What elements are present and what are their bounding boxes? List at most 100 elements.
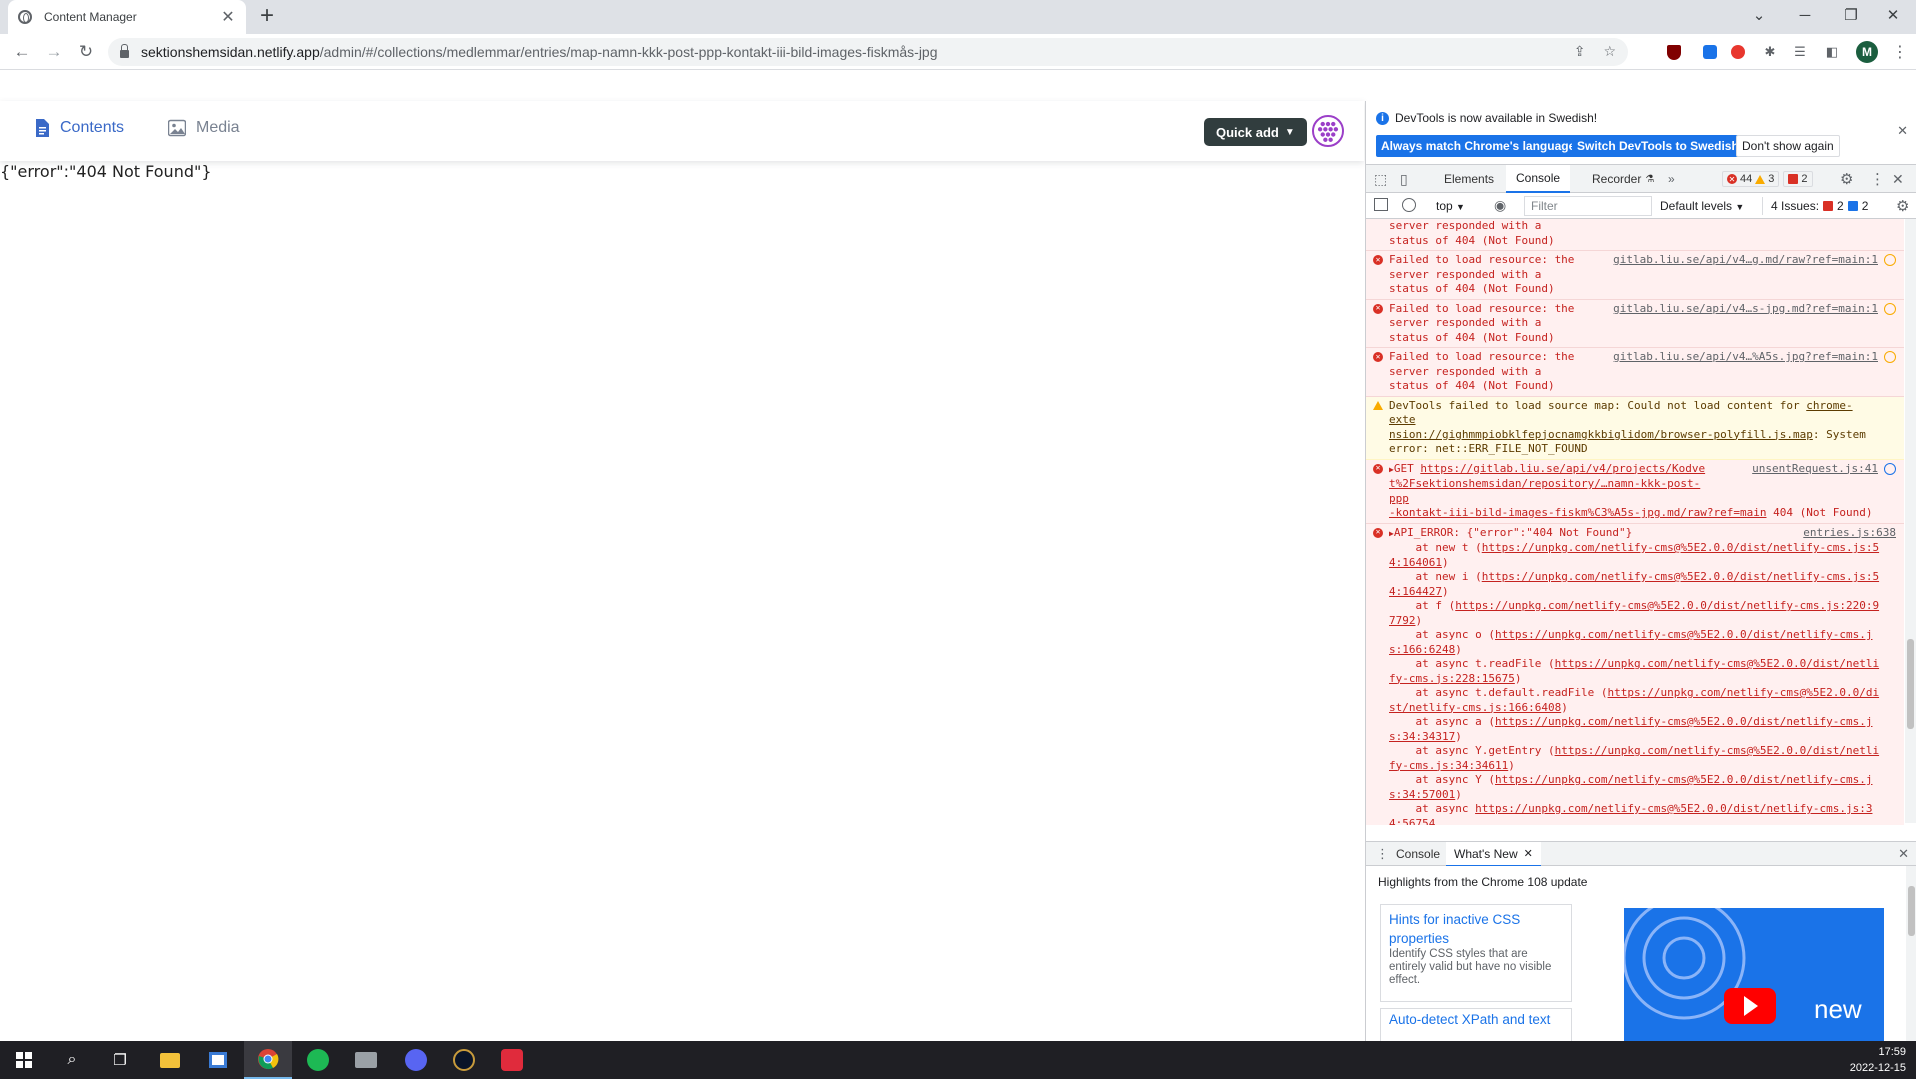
stack-frame-link[interactable]: https://unpkg.com/netlify-cms@%5E2.0.0/d… [1555, 657, 1880, 670]
drawer-tab-whats-new[interactable]: What's New ✕ [1446, 842, 1541, 867]
stack-frame-link[interactable]: https://unpkg.com/netlify-cms@%5E2.0.0/d… [1482, 570, 1879, 583]
network-request-icon[interactable] [1884, 462, 1896, 475]
start-button[interactable] [0, 1041, 48, 1079]
stack-frame-link[interactable]: st/netlify-cms.js:166:6408 [1389, 701, 1561, 714]
close-window-button[interactable]: ✕ [1870, 0, 1916, 30]
app-taskbar-icon[interactable] [342, 1041, 390, 1079]
stack-frame-link[interactable]: https://unpkg.com/netlify-cms@%5E2.0.0/d… [1455, 599, 1879, 612]
close-devtools-icon[interactable]: ✕ [1892, 165, 1904, 193]
bookmark-star-icon[interactable]: ☆ [1603, 43, 1616, 60]
back-button[interactable]: ← [10, 40, 34, 64]
live-expression-eye-icon[interactable]: ◉ [1494, 197, 1506, 214]
reload-button[interactable]: ↻ [74, 40, 98, 64]
stack-frame-link[interactable]: https://unpkg.com/netlify-cms@%5E2.0.0/d… [1475, 802, 1872, 815]
network-request-icon[interactable] [1884, 254, 1896, 266]
inspect-element-icon[interactable]: ⬚ [1374, 165, 1387, 193]
ublock-extension-icon[interactable] [1664, 42, 1684, 62]
console-filter-input[interactable]: Filter [1524, 196, 1652, 216]
card-title[interactable]: Auto-detect XPath and text [1389, 1012, 1563, 1027]
whats-new-card[interactable]: Hints for inactive CSS properties Identi… [1380, 904, 1572, 1002]
user-avatar[interactable] [1312, 115, 1344, 147]
stack-frame-link[interactable]: https://unpkg.com/netlify-cms@%5E2.0.0/d… [1555, 744, 1880, 757]
browser-tab-active[interactable]: Content Manager ✕ [8, 0, 246, 34]
dont-show-again-button[interactable]: Don't show again [1736, 135, 1840, 157]
device-toolbar-icon[interactable]: ▯ [1400, 165, 1408, 193]
source-map-link[interactable]: nsion://gighmmpiobklfepjocnamgkkbiglidom… [1389, 428, 1813, 441]
league-of-legends-icon[interactable] [440, 1041, 488, 1079]
request-url-link[interactable]: https://gitlab.liu.se/api/v4/projects/Ko… [1420, 462, 1705, 475]
console-network-error-entry[interactable]: ✕ ▶GET https://gitlab.liu.se/api/v4/proj… [1366, 459, 1904, 524]
file-explorer-icon[interactable] [146, 1041, 194, 1079]
search-icon[interactable]: ⌕ [48, 1041, 96, 1079]
minimize-button[interactable]: ─ [1782, 0, 1828, 30]
settings-gear-icon[interactable]: ⚙ [1840, 165, 1853, 193]
clear-console-icon[interactable] [1402, 198, 1416, 212]
nav-media[interactable]: Media [168, 119, 240, 137]
sidebar-toggle-icon[interactable] [1374, 198, 1388, 211]
lock-icon[interactable] [120, 44, 129, 58]
source-link[interactable]: gitlab.liu.se/api/v4…%A5s.jpg?ref=main:1 [1613, 350, 1878, 365]
card-title-line[interactable]: Hints for inactive CSS [1389, 908, 1563, 932]
reading-list-icon[interactable]: ☰ [1790, 42, 1810, 62]
console-scroll-thumb[interactable] [1907, 639, 1914, 729]
stack-frame-link[interactable]: https://unpkg.com/netlify-cms@%5E2.0.0/d… [1608, 686, 1880, 699]
context-selector[interactable]: top ▼ [1436, 199, 1465, 213]
extensions-puzzle-icon[interactable]: ✱ [1760, 42, 1780, 62]
stack-frame-link[interactable]: fy-cms.js:34:34611 [1389, 759, 1508, 772]
console-settings-gear-icon[interactable]: ⚙ [1896, 197, 1909, 215]
spotify-icon[interactable] [294, 1041, 342, 1079]
tab-elements[interactable]: Elements [1430, 165, 1508, 193]
side-panel-icon[interactable]: ◧ [1822, 42, 1842, 62]
tab-recorder[interactable]: Recorder ⚗ [1584, 165, 1662, 193]
stack-frame-link[interactable]: fy-cms.js:228:15675 [1389, 672, 1515, 685]
task-view-icon[interactable]: ❐ [96, 1041, 144, 1079]
profile-avatar[interactable]: M [1856, 41, 1878, 63]
address-bar[interactable]: sektionshemsidan.netlify.app/admin/#/col… [108, 38, 1628, 66]
tab-search-icon[interactable]: ⌄ [1736, 0, 1782, 30]
more-tabs-icon[interactable]: » [1668, 165, 1675, 193]
request-url-link[interactable]: -kontakt-iii-bild-images-fiskm%C3%A5s-jp… [1389, 506, 1767, 519]
issues-button[interactable]: 4 Issues: 2 2 [1762, 197, 1868, 215]
close-drawer-icon[interactable]: ✕ [1898, 846, 1909, 862]
system-clock[interactable]: 17:59 2022-12-15 [1850, 1044, 1906, 1076]
stack-frame-link[interactable]: 4:164427 [1389, 585, 1442, 598]
switch-to-swedish-button[interactable]: Switch DevTools to Swedish [1572, 135, 1744, 157]
nav-contents[interactable]: Contents [34, 119, 124, 137]
app-red-icon[interactable] [488, 1041, 536, 1079]
log-levels-dropdown[interactable]: Default levels ▼ [1660, 199, 1744, 213]
stack-frame-link[interactable]: s:34:57001 [1389, 788, 1455, 801]
source-link[interactable]: unsentRequest.js:41 [1752, 462, 1878, 477]
microsoft-store-icon[interactable] [194, 1041, 242, 1079]
extension-badge-icon[interactable] [1700, 42, 1720, 62]
card-title-line[interactable]: properties [1389, 930, 1563, 948]
drawer-scrollbar[interactable] [1906, 866, 1916, 1041]
stack-frame-link[interactable]: https://unpkg.com/netlify-cms@%5E2.0.0/d… [1495, 773, 1873, 786]
forward-button[interactable]: → [42, 40, 66, 64]
chrome-menu-icon[interactable]: ⋮ [1892, 42, 1908, 62]
adblock-extension-icon[interactable] [1728, 42, 1748, 62]
error-warning-counter[interactable]: ✕ 44 3 2 [1722, 165, 1813, 193]
drawer-menu-icon[interactable]: ⋮ [1376, 846, 1389, 862]
close-tab-icon[interactable]: ✕ [1524, 847, 1533, 860]
stack-frame-link[interactable]: https://unpkg.com/netlify-cms@%5E2.0.0/d… [1482, 541, 1879, 554]
source-link[interactable]: gitlab.liu.se/api/v4…g.md/raw?ref=main:1 [1613, 253, 1878, 268]
stack-frame-link[interactable]: 4:56754 [1389, 817, 1435, 826]
stack-frame-link[interactable]: s:34:34317 [1389, 730, 1455, 743]
drawer-tab-console[interactable]: Console [1396, 847, 1440, 861]
share-icon[interactable]: ⇪ [1574, 43, 1586, 60]
discord-icon[interactable] [392, 1041, 440, 1079]
stack-frame-link[interactable]: https://unpkg.com/netlify-cms@%5E2.0.0/d… [1495, 715, 1873, 728]
always-match-language-button[interactable]: Always match Chrome's language [1376, 135, 1581, 157]
close-infobar-icon[interactable]: ✕ [1897, 123, 1908, 139]
network-request-icon[interactable] [1884, 302, 1896, 315]
request-url-link[interactable]: t%2Fsektionshemsidan/repository/…namn-kk… [1389, 477, 1719, 506]
quick-add-button[interactable]: Quick add ▼ [1204, 118, 1307, 146]
console-scrollbar[interactable] [1905, 219, 1916, 823]
stack-frame-link[interactable]: s:166:6248 [1389, 643, 1455, 656]
devtools-menu-icon[interactable]: ⋮ [1870, 165, 1885, 193]
stack-frame-link[interactable]: 7792 [1389, 614, 1416, 627]
drawer-scroll-thumb[interactable] [1908, 886, 1915, 936]
stack-frame-link[interactable]: https://unpkg.com/netlify-cms@%5E2.0.0/d… [1495, 628, 1873, 641]
source-link[interactable]: gitlab.liu.se/api/v4…s-jpg.md?ref=main:1 [1613, 302, 1878, 317]
tab-console[interactable]: Console [1506, 165, 1571, 193]
